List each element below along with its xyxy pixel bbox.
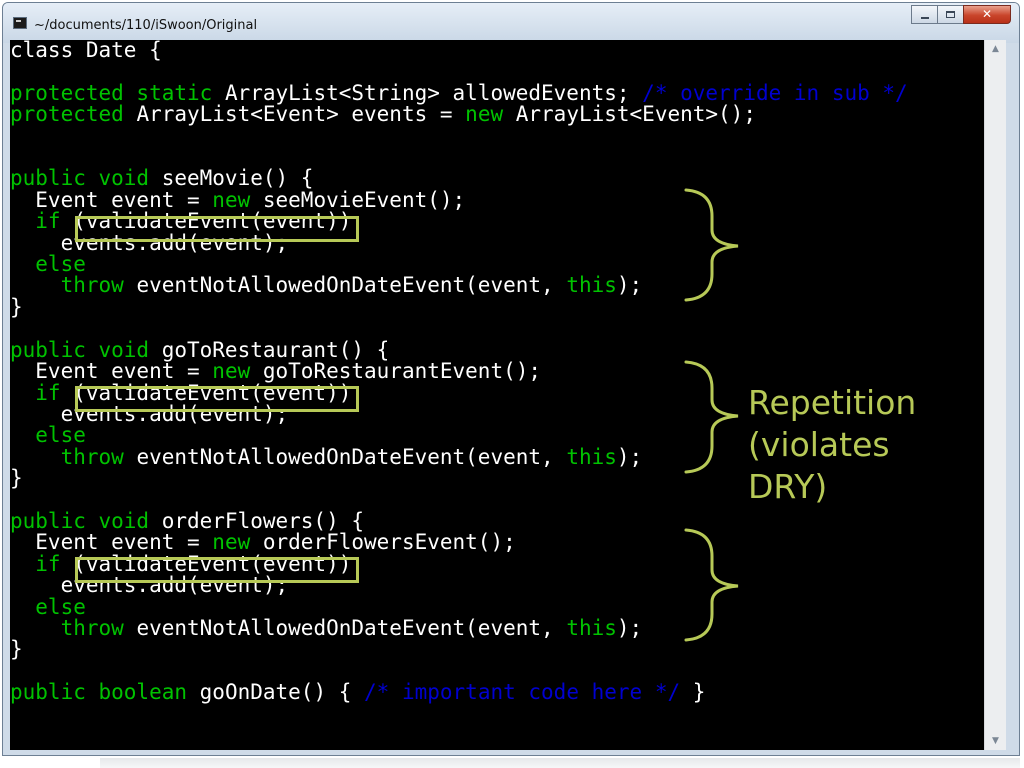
bottom-shadow <box>100 758 1020 768</box>
annotation-label: Repetition (violates DRY) <box>748 383 917 506</box>
curly-brace <box>684 360 739 474</box>
curly-brace <box>684 188 739 302</box>
curly-brace <box>684 528 739 642</box>
